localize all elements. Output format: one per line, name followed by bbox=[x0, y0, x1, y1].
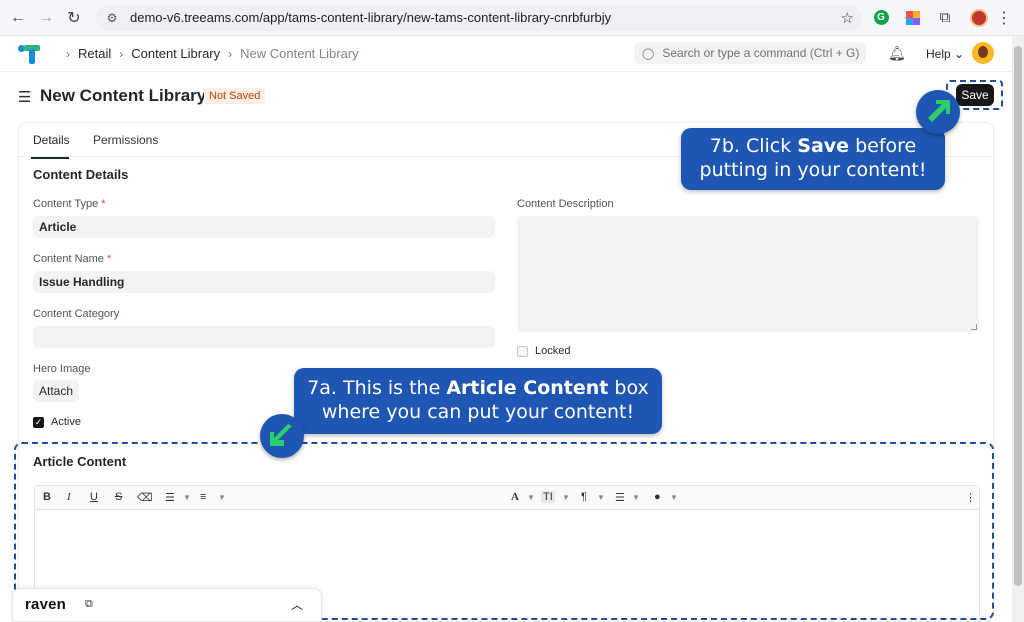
site-settings-icon[interactable]: ⚙ bbox=[104, 10, 120, 26]
resize-grip-icon[interactable] bbox=[971, 324, 977, 330]
url-text[interactable]: demo-v6.treeams.com/app/tams-content-lib… bbox=[130, 10, 841, 25]
active-label: Active bbox=[51, 416, 81, 428]
chevron-right-icon: › bbox=[119, 46, 124, 61]
page-title: New Content Library bbox=[40, 86, 207, 105]
tab-permissions[interactable]: Permissions bbox=[93, 133, 158, 147]
save-button[interactable]: Save bbox=[956, 84, 994, 106]
callout-7a-text-pre: 7a. This is the bbox=[307, 377, 447, 399]
required-mark: * bbox=[107, 253, 112, 265]
content-type-field[interactable]: Article bbox=[33, 216, 495, 238]
chevron-right-icon: › bbox=[228, 46, 233, 61]
reload-icon[interactable]: ↻ bbox=[60, 4, 88, 32]
scrollbar-thumb[interactable] bbox=[1014, 46, 1022, 586]
page-scrollbar[interactable] bbox=[1012, 36, 1024, 622]
chevron-right-icon: › bbox=[66, 46, 70, 61]
content-category-field[interactable] bbox=[33, 326, 495, 348]
breadcrumb-current: New Content Library bbox=[240, 46, 359, 61]
avatar[interactable] bbox=[972, 42, 994, 64]
callout-7a-text-post: box bbox=[608, 377, 649, 399]
callout-7b: 7b. Click Save before putting in your co… bbox=[681, 128, 945, 190]
back-arrow-icon[interactable]: ← bbox=[4, 4, 32, 32]
forward-arrow-icon[interactable]: → bbox=[32, 4, 60, 32]
callout-7a: 7a. This is the Article Content box wher… bbox=[294, 368, 662, 434]
callout-7a-bold: Article Content bbox=[446, 377, 609, 399]
search-input[interactable]: ◯ Search or type a command (Ctrl + G) bbox=[634, 42, 866, 64]
app-logo[interactable] bbox=[18, 42, 42, 66]
browser-profile-avatar[interactable] bbox=[970, 8, 988, 27]
grammarly-extension-icon[interactable]: G bbox=[868, 5, 894, 31]
content-description-label: Content Description bbox=[517, 198, 614, 210]
raven-logo: raven bbox=[25, 596, 67, 613]
content-name-field[interactable]: Issue Handling bbox=[33, 271, 495, 293]
callout-7b-bold: Save bbox=[797, 135, 850, 157]
bookmark-star-icon[interactable]: ☆ bbox=[841, 9, 854, 27]
content-description-textarea[interactable] bbox=[517, 216, 979, 332]
page-header: ☰ New Content Library Not Saved bbox=[0, 72, 1012, 122]
active-checkbox[interactable]: ✓ bbox=[33, 417, 44, 428]
content-name-label-text: Content Name bbox=[33, 253, 104, 265]
content-category-label: Content Category bbox=[33, 308, 120, 320]
help-dropdown[interactable]: Help ⌄ bbox=[926, 47, 964, 61]
browser-menu-icon[interactable]: ⋮ bbox=[996, 8, 1012, 28]
content-type-label-text: Content Type bbox=[33, 198, 99, 210]
app-navbar: › Retail › Content Library › New Content… bbox=[0, 36, 1012, 72]
arrow-up-right-icon bbox=[916, 90, 960, 134]
callout-7a-line2: where you can put your content! bbox=[321, 401, 635, 423]
help-label: Help bbox=[926, 47, 951, 61]
chevron-down-icon: ⌄ bbox=[954, 47, 965, 61]
content-name-label: Content Name * bbox=[33, 253, 111, 265]
search-placeholder: Search or type a command (Ctrl + G) bbox=[662, 46, 860, 60]
browser-toolbar: ← → ↻ ⚙ demo-v6.treeams.com/app/tams-con… bbox=[0, 0, 1024, 36]
breadcrumb: › Retail › Content Library › New Content… bbox=[58, 46, 359, 61]
content-type-label: Content Type * bbox=[33, 198, 106, 210]
section-title-content-details: Content Details bbox=[33, 167, 129, 182]
breadcrumb-retail[interactable]: Retail bbox=[78, 46, 111, 61]
attach-button[interactable]: Attach bbox=[33, 380, 80, 402]
search-icon: ◯ bbox=[642, 47, 655, 60]
extensions-puzzle-icon[interactable]: ⧉ bbox=[932, 5, 958, 31]
tab-details[interactable]: Details bbox=[31, 133, 70, 159]
bell-icon[interactable]: 🔔︎ bbox=[888, 45, 906, 62]
menu-icon[interactable]: ☰ bbox=[18, 88, 31, 106]
locked-checkbox[interactable] bbox=[517, 346, 528, 357]
required-mark: * bbox=[101, 198, 106, 210]
locked-label: Locked bbox=[535, 345, 571, 357]
callout-7b-text-pre: 7b. Click bbox=[709, 135, 798, 157]
raven-chat-widget[interactable]: raven ⧉ ︿ bbox=[12, 588, 322, 622]
callout-7b-line2: putting in your content! bbox=[699, 159, 927, 181]
status-badge: Not Saved bbox=[204, 88, 266, 104]
arrow-down-left-icon bbox=[260, 414, 304, 458]
address-bar[interactable]: ⚙ demo-v6.treeams.com/app/tams-content-l… bbox=[96, 4, 862, 31]
hero-image-label: Hero Image bbox=[33, 363, 91, 375]
breadcrumb-content-library[interactable]: Content Library bbox=[131, 46, 220, 61]
callout-7b-text-post: before bbox=[849, 135, 917, 157]
chevron-up-icon[interactable]: ︿ bbox=[291, 596, 303, 613]
external-link-icon[interactable]: ⧉ bbox=[85, 598, 93, 611]
color-extension-icon[interactable] bbox=[900, 5, 926, 31]
